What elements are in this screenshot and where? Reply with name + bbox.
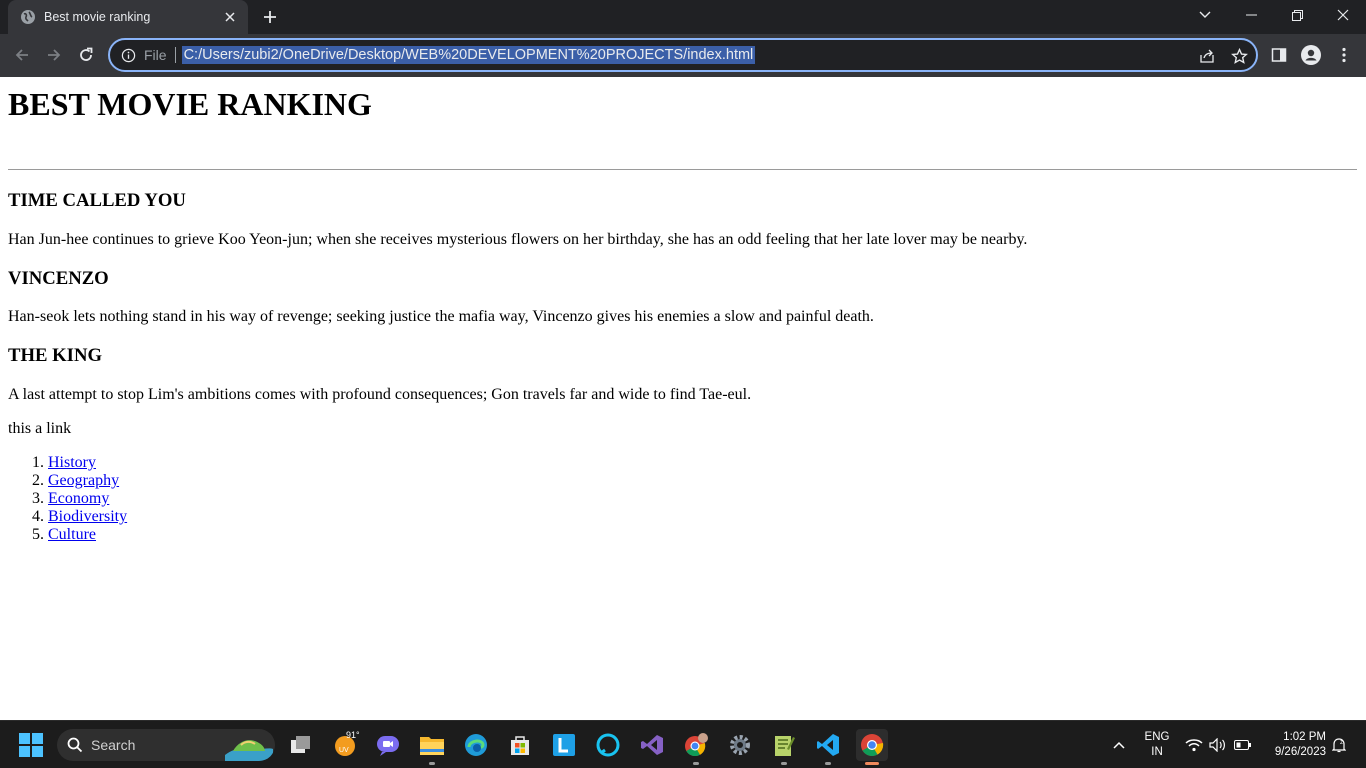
globe-icon <box>20 9 36 25</box>
list-number: 2. <box>32 472 44 489</box>
svg-text:UV: UV <box>339 747 349 754</box>
share-icon[interactable] <box>1198 47 1216 65</box>
horizontal-rule <box>8 169 1357 170</box>
search-highlight-island-icon <box>225 740 273 761</box>
wifi-icon[interactable] <box>1184 721 1204 768</box>
settings-gear-icon[interactable] <box>724 729 756 761</box>
list-number: 4. <box>32 508 44 525</box>
tray-overflow-chevron-up-icon[interactable] <box>1108 721 1130 768</box>
link-economy[interactable]: Economy <box>48 490 109 508</box>
browser-toolbar: File C:/Users/zubi2/OneDrive/Desktop/WEB… <box>0 34 1366 77</box>
scheme-chip: File <box>144 47 167 63</box>
list-item: 1. History <box>8 454 127 472</box>
link-biodiversity[interactable]: Biodiversity <box>48 508 127 526</box>
notification-bell-icon[interactable]: z <box>1330 721 1348 768</box>
file-explorer-icon[interactable] <box>416 729 448 765</box>
active-indicator <box>865 762 879 765</box>
movie-description-1: Han Jun-hee continues to grieve Koo Yeon… <box>8 231 1028 248</box>
clock-time: 1:02 PM <box>1283 731 1326 743</box>
clock-date: 9/26/2023 <box>1274 746 1326 758</box>
linkedin-learning-icon[interactable] <box>548 729 580 761</box>
taskbar: Search UV 91° ENG IN 1:02 PM 9/26/2023 z <box>0 720 1366 768</box>
search-label: Search <box>91 737 136 753</box>
language-indicator[interactable]: ENG IN <box>1142 730 1172 760</box>
site-info-icon[interactable] <box>120 47 136 63</box>
page-title: BEST MOVIE RANKING <box>8 86 372 122</box>
forward-arrow-icon[interactable] <box>40 42 68 68</box>
running-indicator <box>693 762 699 765</box>
list-number: 3. <box>32 490 44 507</box>
windows-start-icon[interactable] <box>19 733 43 757</box>
list-number: 1. <box>32 454 44 471</box>
teams-chat-icon[interactable] <box>372 729 404 761</box>
vs-code-icon[interactable] <box>812 729 844 765</box>
list-item: 2. Geography <box>8 472 127 490</box>
link-caption: this a link <box>8 420 72 437</box>
side-panel-icon[interactable] <box>1269 45 1289 65</box>
profile-avatar-icon[interactable] <box>1301 45 1321 65</box>
chip-divider <box>174 47 176 63</box>
movie-heading-2: VINCENZO <box>8 268 109 289</box>
task-view-icon[interactable] <box>285 729 317 761</box>
taskbar-search[interactable]: Search <box>57 729 275 761</box>
notepad-plus-plus-icon[interactable] <box>768 729 800 765</box>
restore-icon[interactable] <box>1274 0 1320 30</box>
links-list: 1. History 2. Geography 3. Economy 4. Biodiv… <box>8 454 127 544</box>
search-icon <box>67 737 83 753</box>
new-tab-plus-icon[interactable] <box>257 5 283 29</box>
list-number: 5. <box>32 526 44 543</box>
running-indicator <box>781 762 787 765</box>
tab-title: Best movie ranking <box>44 10 151 24</box>
region-code: IN <box>1151 746 1163 758</box>
back-arrow-icon[interactable] <box>8 42 36 68</box>
language-code: ENG <box>1144 731 1170 743</box>
edge-browser-icon[interactable] <box>460 729 492 761</box>
chrome-profile-icon[interactable] <box>680 729 712 765</box>
list-item: 4. Biodiversity <box>8 508 127 526</box>
web-page: BEST MOVIE RANKING TIME CALLED YOU Han J… <box>0 77 1366 720</box>
link-history[interactable]: History <box>48 454 96 472</box>
movie-heading-3: THE KING <box>8 345 102 366</box>
tab-close-icon[interactable] <box>220 7 240 27</box>
address-bar[interactable]: File C:/Users/zubi2/OneDrive/Desktop/WEB… <box>108 38 1258 72</box>
bookmark-star-icon[interactable] <box>1230 47 1248 65</box>
weather-temperature: 91° <box>346 730 360 740</box>
movie-description-3: A last attempt to stop Lim's ambitions c… <box>8 386 752 403</box>
close-window-icon[interactable] <box>1320 0 1366 30</box>
clock[interactable]: 1:02 PM 9/26/2023 <box>1262 730 1326 760</box>
url-text[interactable]: C:/Users/zubi2/OneDrive/Desktop/WEB%20DE… <box>181 46 756 64</box>
chrome-browser-icon[interactable] <box>856 729 888 765</box>
reload-icon[interactable] <box>72 42 100 68</box>
minimize-icon[interactable] <box>1228 0 1274 30</box>
volume-icon[interactable] <box>1208 721 1228 768</box>
tab-best-movie-ranking[interactable]: Best movie ranking <box>8 0 248 34</box>
alexa-icon[interactable] <box>592 729 624 761</box>
link-culture[interactable]: Culture <box>48 526 96 544</box>
more-menu-icon[interactable] <box>1334 45 1354 65</box>
running-indicator <box>825 762 831 765</box>
running-indicator <box>429 762 435 765</box>
tab-search-chevron-down-icon[interactable] <box>1182 0 1228 30</box>
microsoft-store-icon[interactable] <box>504 729 536 761</box>
movie-description-2: Han-seok lets nothing stand in his way o… <box>8 308 874 325</box>
movie-heading-1: TIME CALLED YOU <box>8 190 186 211</box>
battery-icon[interactable] <box>1232 721 1254 768</box>
visual-studio-icon[interactable] <box>636 729 668 761</box>
list-item: 3. Economy <box>8 490 127 508</box>
svg-text:z: z <box>1340 740 1343 746</box>
tab-strip: Best movie ranking <box>0 0 1366 34</box>
link-geography[interactable]: Geography <box>48 472 119 490</box>
list-item: 5. Culture <box>8 526 127 544</box>
